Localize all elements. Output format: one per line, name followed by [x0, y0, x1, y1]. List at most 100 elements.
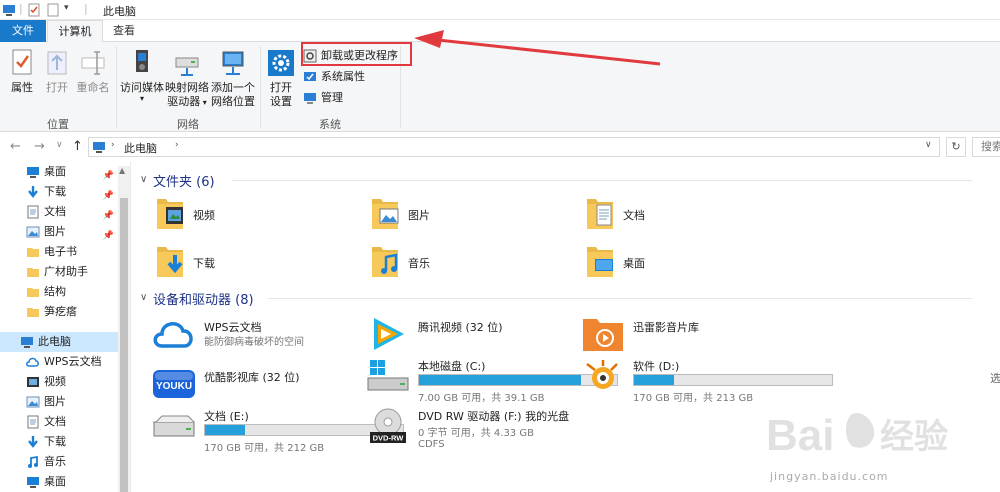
device-item[interactable]: 腾讯视频 (32 位): [366, 316, 576, 360]
device-item[interactable]: 文档 (E:) 170 GB 可用，共 212 GB: [152, 408, 404, 454]
device-item[interactable]: WPS云文档 能防御病毒破坏的空间: [152, 316, 362, 360]
folder-label: 桌面: [623, 257, 645, 270]
nav-item-label: 结构: [44, 285, 66, 298]
nav-item-pc-4[interactable]: 下载: [0, 432, 118, 452]
device-item[interactable]: YOUKU 优酷影视库 (32 位): [152, 366, 362, 410]
folder-item[interactable]: 视频: [155, 195, 335, 235]
folder-icon: [26, 265, 40, 279]
nav-item-quick-1[interactable]: 下载 📌: [0, 182, 118, 202]
folder-icon: [26, 305, 40, 319]
device-item[interactable]: 软件 (D:) 170 GB 可用，共 213 GB: [581, 358, 833, 404]
device-name: 迅雷影音片库: [633, 321, 699, 334]
collapse-chevron-icon[interactable]: ∨: [140, 174, 147, 185]
software-drive-d-icon: [581, 358, 625, 394]
music-folder-icon: [370, 243, 400, 281]
nav-item-label: WPS云文档: [44, 355, 102, 368]
manage-label: 管理: [321, 91, 343, 104]
add-location-label-2: 网络位置: [211, 95, 255, 108]
address-dropdown-icon[interactable]: ∨: [925, 140, 932, 150]
device-item[interactable]: DVD-RW DVD RW 驱动器 (F:) 我的光盘 0 字节 可用，共 4.33…: [366, 408, 576, 452]
device-item[interactable]: 本地磁盘 (C:) 7.00 GB 可用，共 39.1 GB: [366, 358, 618, 404]
scroll-up-icon[interactable]: ▲: [119, 166, 125, 175]
annotation-arrow: [414, 30, 661, 66]
open-button[interactable]: 打开: [42, 48, 72, 95]
documents-folder-icon: [585, 195, 615, 233]
folder-item[interactable]: 下载: [155, 243, 335, 283]
nav-item-quick-2[interactable]: 文档 📌: [0, 202, 118, 222]
manage-button[interactable]: 管理: [301, 89, 343, 107]
pictures-icon: [26, 225, 40, 239]
nav-scrollbar-thumb[interactable]: [120, 198, 128, 492]
folders-section-title[interactable]: 文件夹 (6): [153, 171, 215, 190]
device-name: 软件 (D:): [633, 360, 680, 373]
breadcrumb-this-pc[interactable]: 此电脑: [124, 140, 157, 156]
tab-computer[interactable]: 计算机: [47, 20, 103, 43]
device-name: 本地磁盘 (C:): [418, 360, 486, 373]
nav-item-pc-6[interactable]: 桌面: [0, 472, 118, 492]
nav-item-quick-6[interactable]: 结构: [0, 282, 118, 302]
quick-access-dropdown-icon[interactable]: ▾: [64, 3, 69, 13]
address-bar[interactable]: › › ∨: [88, 137, 940, 157]
new-folder-quick-icon[interactable]: [46, 3, 60, 17]
storage-free-text: 170 GB 可用，共 213 GB: [633, 393, 754, 404]
nav-item-pc-3[interactable]: 文档: [0, 412, 118, 432]
pictures-icon: [26, 395, 40, 409]
device-item[interactable]: 迅雷影音片库: [581, 316, 791, 360]
up-arrow-icon[interactable]: ↑: [72, 139, 83, 154]
tab-view[interactable]: 查看: [104, 20, 144, 42]
nav-item-quick-4[interactable]: 电子书: [0, 242, 118, 262]
svg-text:YOUKU: YOUKU: [156, 381, 192, 392]
forward-arrow-icon[interactable]: →: [34, 139, 45, 154]
back-arrow-icon[interactable]: ←: [10, 139, 21, 154]
dvd-badge: DVD-RW: [373, 434, 405, 443]
storage-usage-fill: [634, 375, 674, 385]
properties-label: 属性: [11, 81, 33, 94]
computer-icon: [93, 142, 105, 153]
recent-dropdown-icon[interactable]: ∨: [56, 140, 63, 150]
nav-item-quick-5[interactable]: 广材助手: [0, 262, 118, 282]
properties-icon: [12, 49, 32, 75]
nav-item-label: 文档: [44, 205, 66, 218]
properties-button[interactable]: 属性: [6, 48, 38, 95]
folder-item[interactable]: 桌面: [585, 243, 765, 283]
rename-button[interactable]: 重命名: [76, 48, 110, 95]
devices-section-title[interactable]: 设备和驱动器 (8): [153, 289, 254, 308]
add-network-location-button[interactable]: 添加一个 网络位置: [211, 48, 255, 109]
nav-item-pc-1[interactable]: 视频: [0, 372, 118, 392]
breadcrumb-chevron-icon[interactable]: ›: [175, 140, 179, 150]
nav-item-quick-0[interactable]: 桌面 📌: [0, 162, 118, 182]
folder-label: 音乐: [408, 257, 430, 270]
properties-quick-icon[interactable]: [27, 3, 41, 17]
map-network-drive-button[interactable]: 映射网络 驱动器 ▾: [165, 48, 209, 110]
group-label-system: 系统: [319, 118, 341, 131]
pane-divider[interactable]: [130, 162, 131, 492]
tab-file[interactable]: 文件: [0, 20, 46, 42]
folder-item[interactable]: 图片: [370, 195, 550, 235]
refresh-icon: ↻: [951, 140, 961, 153]
separator: |: [19, 2, 23, 15]
collapse-chevron-icon[interactable]: ∨: [140, 292, 147, 303]
nav-item-pc-2[interactable]: 图片: [0, 392, 118, 412]
system-properties-button[interactable]: 系统属性: [301, 68, 365, 86]
nav-item-this-pc[interactable]: 此电脑: [0, 332, 118, 352]
storage-free-text: 0 字节 可用，共 4.33 GB: [418, 428, 534, 439]
folder-label: 图片: [408, 209, 430, 222]
open-settings-button[interactable]: 打开 设置: [265, 48, 297, 109]
folder-item[interactable]: 音乐: [370, 243, 550, 283]
nav-item-quick-7[interactable]: 笋疙瘩: [0, 302, 118, 322]
search-input[interactable]: 搜索: [972, 137, 1000, 157]
nav-item-quick-3[interactable]: 图片 📌: [0, 222, 118, 242]
breadcrumb-chevron-icon[interactable]: ›: [111, 140, 115, 150]
open-settings-label-1: 打开: [270, 81, 292, 94]
access-media-button[interactable]: 访问媒体 ▾: [120, 48, 164, 103]
download-icon: [26, 435, 40, 449]
refresh-button[interactable]: ↻: [946, 137, 966, 157]
group-label-network: 网络: [177, 118, 199, 131]
open-label: 打开: [46, 81, 68, 94]
folder-item[interactable]: 文档: [585, 195, 765, 235]
video-icon: [26, 375, 40, 389]
nav-item-pc-5[interactable]: 音乐: [0, 452, 118, 472]
nav-item-pc-0[interactable]: WPS云文档: [0, 352, 118, 372]
nav-item-label: 电子书: [44, 245, 77, 258]
nav-item-label: 此电脑: [38, 335, 71, 348]
